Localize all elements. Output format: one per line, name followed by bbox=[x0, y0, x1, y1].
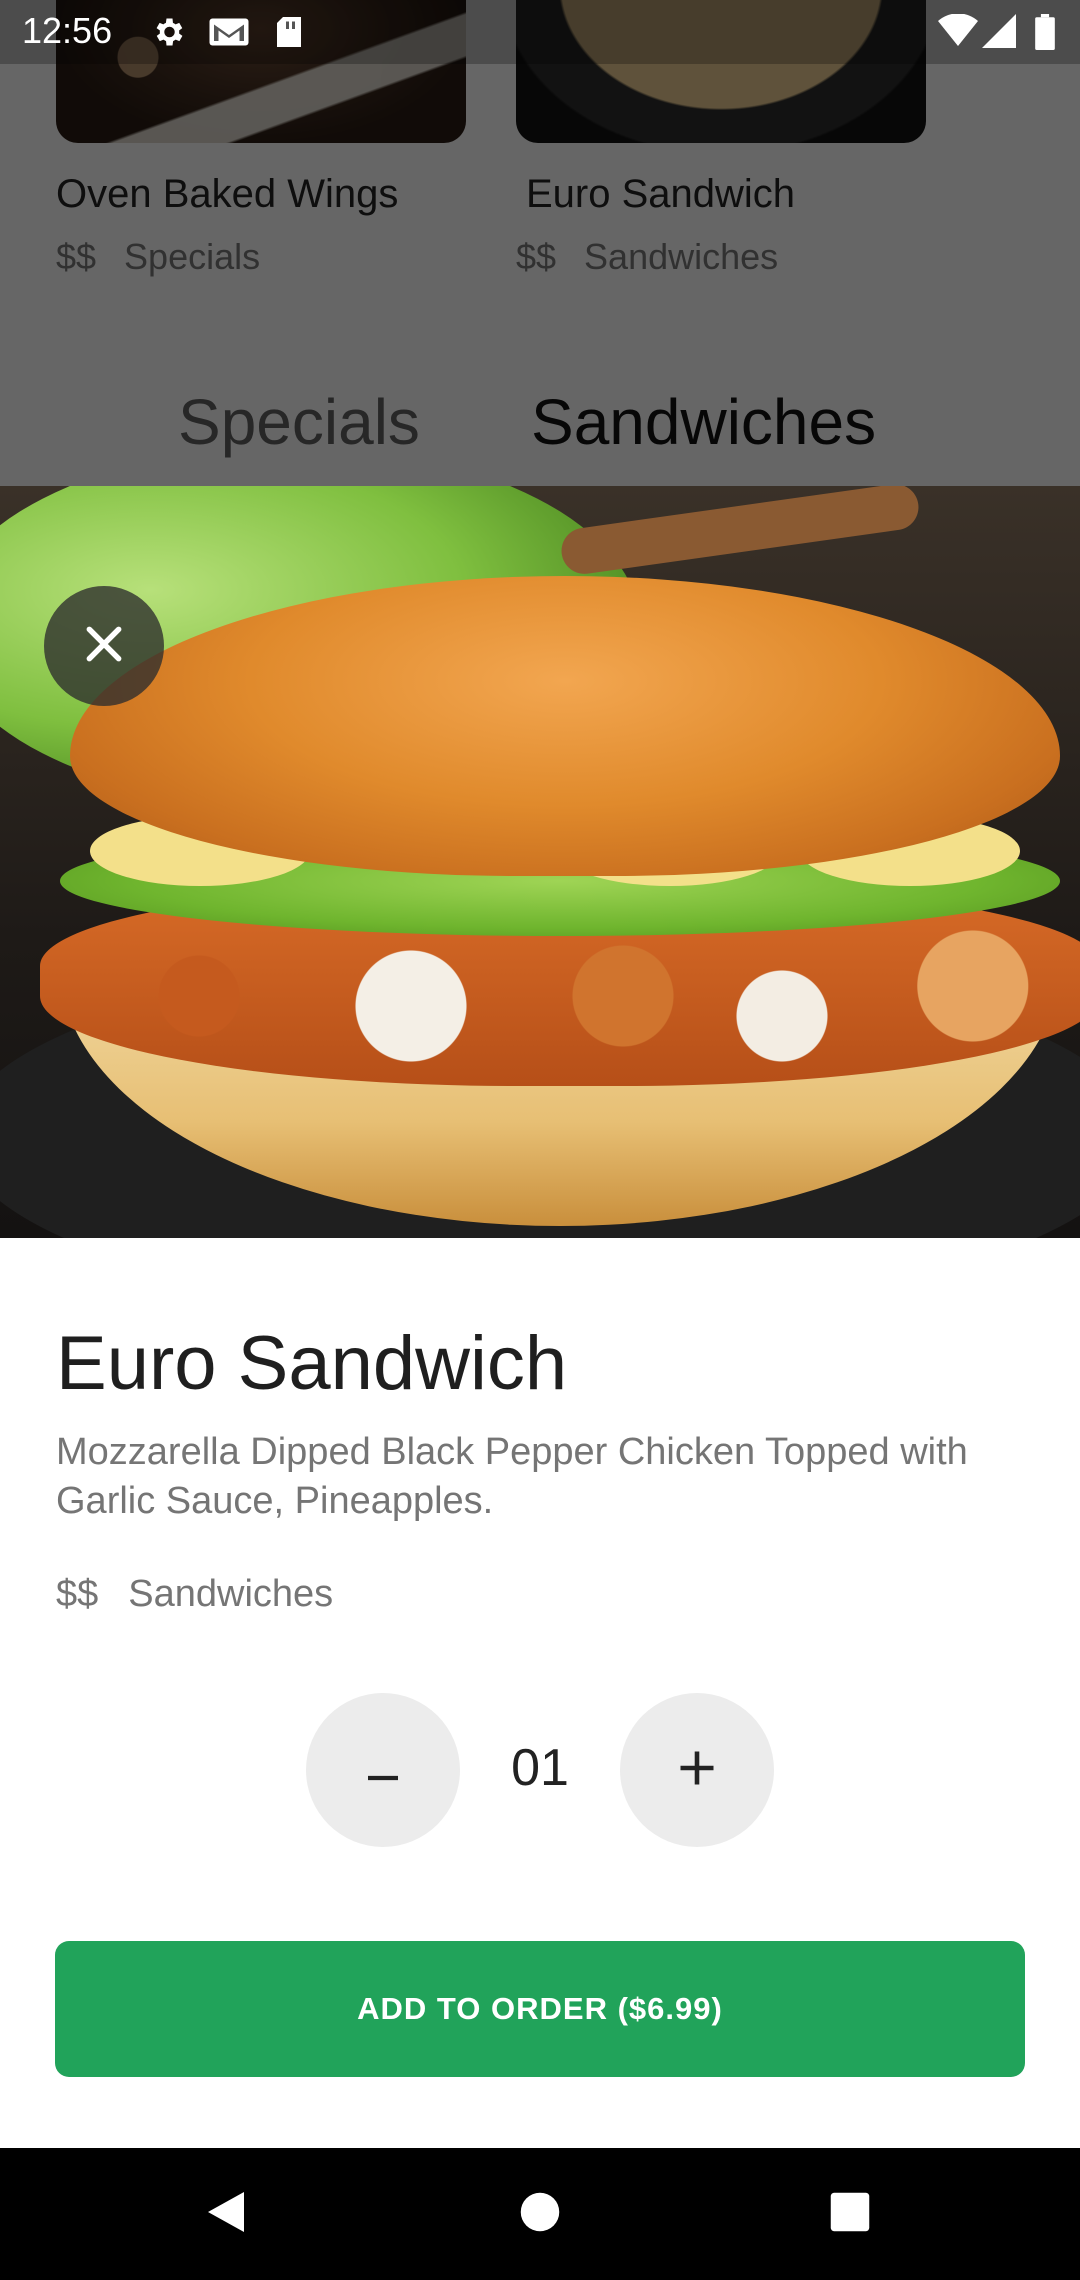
tab-sandwiches[interactable]: Sandwiches bbox=[531, 385, 876, 459]
menu-card-title: Euro Sandwich bbox=[526, 172, 796, 216]
background-menu-list: Oven Baked Wings $$ Specials Euro Sandwic… bbox=[0, 0, 1080, 486]
system-nav-bar bbox=[0, 2148, 1080, 2280]
wifi-icon bbox=[938, 13, 978, 53]
item-price: $$ bbox=[56, 1573, 99, 1615]
item-title: Euro Sandwich bbox=[56, 1321, 568, 1406]
recents-button[interactable] bbox=[820, 2184, 880, 2244]
home-icon bbox=[519, 2191, 561, 2238]
status-time: 12:56 bbox=[22, 10, 113, 51]
recents-icon bbox=[829, 2191, 871, 2238]
sd-card-icon bbox=[274, 14, 304, 55]
back-button[interactable] bbox=[196, 2184, 256, 2244]
home-button[interactable] bbox=[510, 2184, 570, 2244]
signal-icon bbox=[982, 14, 1016, 53]
menu-card-price: $$ bbox=[56, 236, 97, 277]
increment-button[interactable] bbox=[620, 1693, 774, 1847]
menu-card-price: $$ bbox=[516, 236, 557, 277]
close-button[interactable] bbox=[44, 586, 164, 706]
close-icon bbox=[82, 622, 126, 671]
gmail-icon bbox=[208, 14, 250, 55]
add-to-order-label: ADD TO ORDER ($6.99) bbox=[357, 1991, 723, 2026]
item-meta: $$ Sandwiches bbox=[56, 1573, 333, 1616]
minus-icon bbox=[363, 1748, 403, 1793]
gear-icon bbox=[150, 14, 186, 55]
menu-card-title: Oven Baked Wings bbox=[56, 172, 399, 216]
menu-card-category: Specials bbox=[124, 236, 261, 277]
tab-specials[interactable]: Specials bbox=[178, 385, 420, 459]
back-icon bbox=[204, 2188, 248, 2241]
battery-icon bbox=[1034, 14, 1056, 55]
add-to-order-button[interactable]: ADD TO ORDER ($6.99) bbox=[55, 1941, 1025, 2077]
menu-card-meta: $$ Specials bbox=[56, 236, 260, 278]
menu-card-meta: $$ Sandwiches bbox=[516, 236, 778, 278]
item-detail-sheet: Euro Sandwich Mozzarella Dipped Black Pe… bbox=[0, 1238, 1080, 2148]
plus-icon bbox=[675, 1746, 719, 1795]
item-description: Mozzarella Dipped Black Pepper Chicken T… bbox=[56, 1431, 968, 1522]
decrement-button[interactable] bbox=[306, 1693, 460, 1847]
quantity-value: 01 bbox=[511, 1739, 569, 1797]
wooden-board bbox=[558, 486, 922, 577]
item-category: Sandwiches bbox=[128, 1573, 334, 1615]
item-hero-image bbox=[0, 486, 1080, 1238]
menu-card-category: Sandwiches bbox=[584, 236, 779, 277]
status-bar: 12:56 bbox=[0, 0, 1080, 64]
